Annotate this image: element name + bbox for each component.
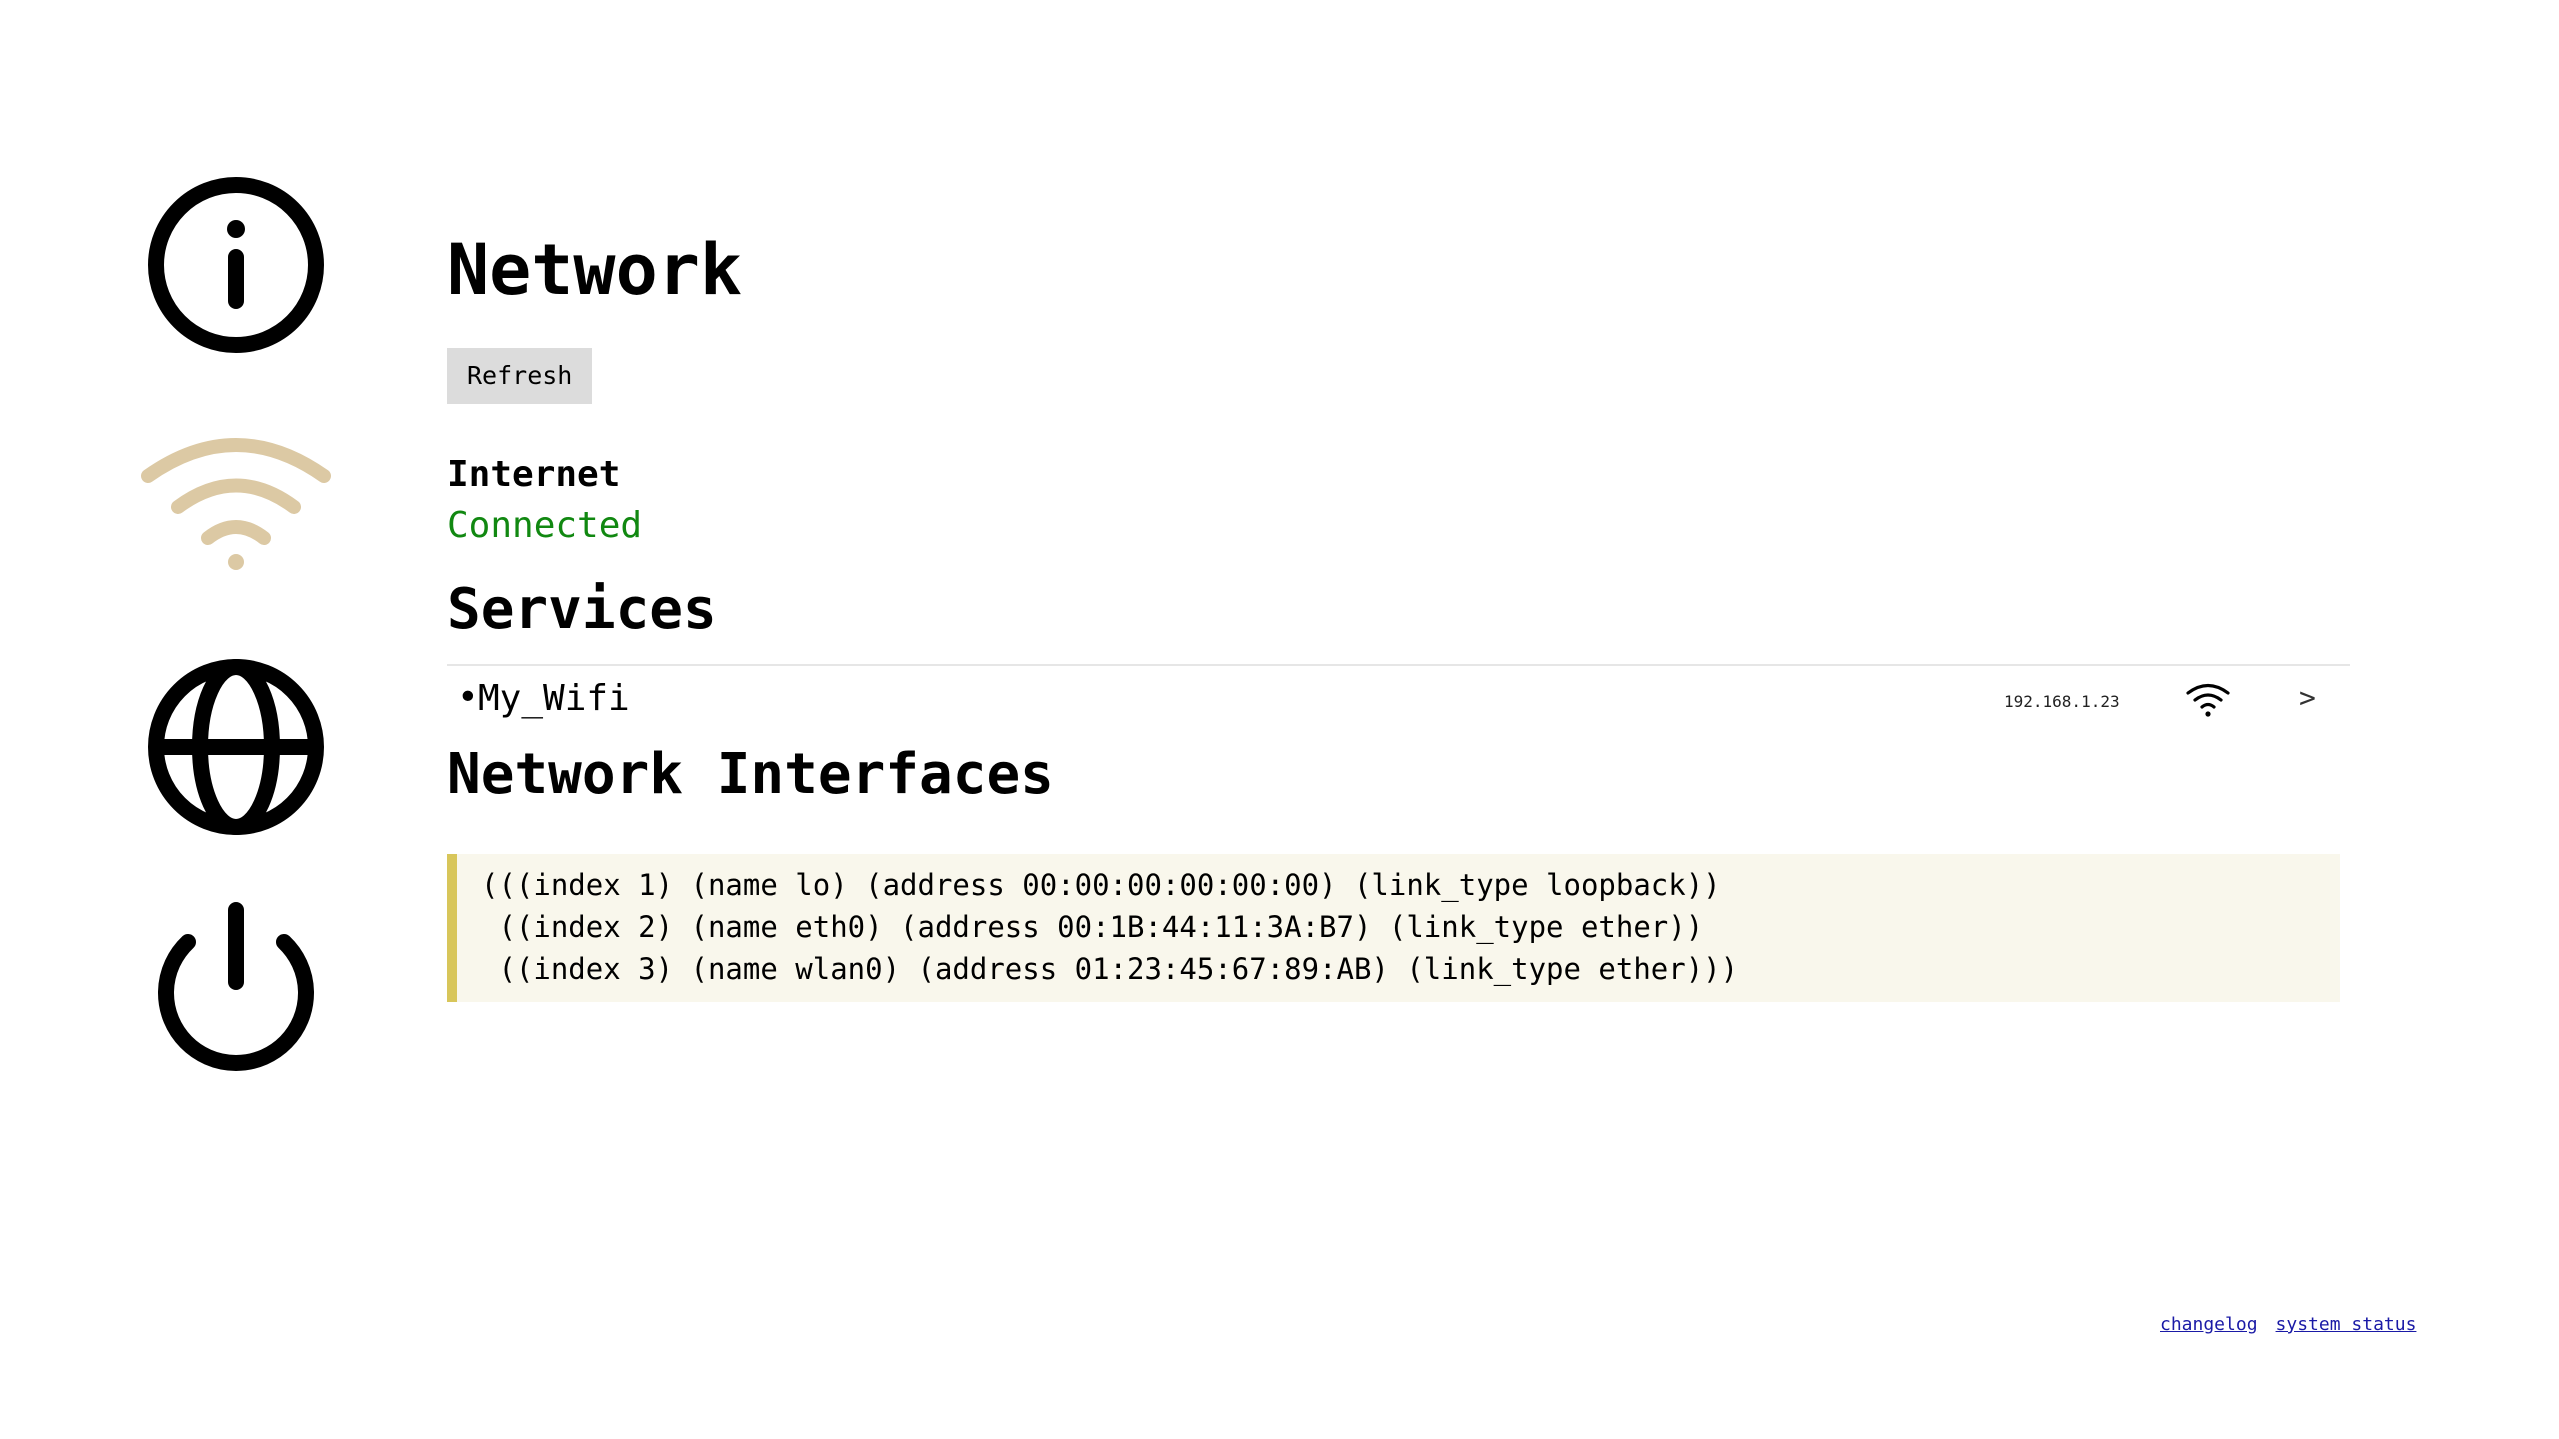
footer-links: changelog system status	[2160, 1313, 2434, 1337]
power-icon	[158, 902, 314, 1071]
wifi-signal-icon	[2186, 683, 2230, 717]
globe-icon	[148, 659, 324, 835]
changelog-link[interactable]: changelog	[2160, 1314, 2258, 1335]
interfaces-code-block: (((index 1) (name lo) (address 00:00:00:…	[447, 854, 2340, 1002]
bullet-icon: •	[457, 677, 479, 718]
nav-info[interactable]	[136, 165, 336, 365]
internet-label: Internet	[447, 454, 621, 495]
sidebar-nav	[0, 0, 331, 1439]
service-item[interactable]: • My_Wifi 192.168.1.23 >	[447, 666, 2350, 732]
services-list: • My_Wifi 192.168.1.23 >	[447, 664, 2350, 732]
refresh-button[interactable]: Refresh	[447, 348, 593, 404]
system-status-link[interactable]: system status	[2276, 1314, 2417, 1335]
internet-status-block: Internet Connected	[447, 450, 2350, 552]
internet-status: Connected	[447, 505, 643, 546]
nav-globe[interactable]	[136, 650, 336, 850]
chevron-right-icon[interactable]: >	[2299, 680, 2316, 716]
wifi-icon	[141, 438, 331, 570]
nav-network[interactable]	[136, 420, 336, 620]
interfaces-title: Network Interfaces	[447, 742, 1054, 807]
main-content: Network Refresh Internet Connected Servi…	[447, 200, 2350, 1002]
page-title: Network	[447, 229, 743, 311]
nav-power[interactable]	[136, 890, 336, 1090]
service-ip: 192.168.1.23	[2004, 692, 2120, 711]
info-icon	[148, 177, 324, 353]
service-name: My_Wifi	[478, 678, 630, 719]
services-title: Services	[447, 577, 717, 642]
